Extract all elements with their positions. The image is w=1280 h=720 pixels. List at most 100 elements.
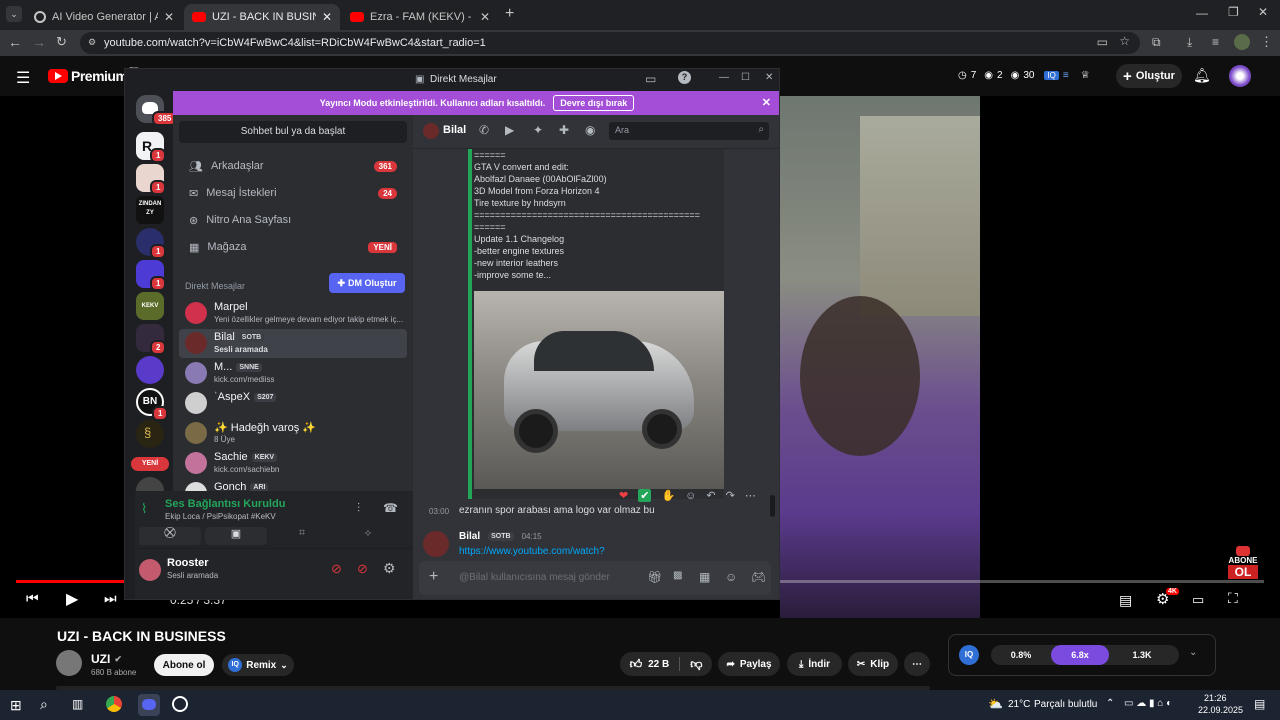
message-input-box[interactable]: + @Bilal kullanıcısına mesaj gönder 🎁︎ ▩… (419, 561, 771, 595)
nav-friends[interactable]: 👥︎ Arkadaşlar 361 (181, 153, 405, 179)
next-icon[interactable]: ⏭ (104, 590, 117, 607)
profile-avatar[interactable] (1234, 34, 1250, 50)
screen-share-icon[interactable]: ▣ (205, 527, 267, 545)
gif-icon[interactable]: ▩ (673, 570, 682, 581)
minimize-icon[interactable]: — (1196, 6, 1208, 20)
reload-icon[interactable]: ↻ (56, 34, 67, 50)
remix-button[interactable]: IQ Remix ⌄ (222, 654, 294, 676)
task-view-icon[interactable]: ▥ (72, 697, 83, 711)
activity-icon[interactable]: ⌗ (271, 527, 333, 545)
like-count[interactable]: 22 B (648, 659, 669, 670)
banner-close-icon[interactable]: ✕ (762, 96, 771, 109)
home-server[interactable]: 385 (136, 95, 178, 126)
message-avatar[interactable] (423, 531, 449, 557)
notification-icon[interactable]: ▤ (1254, 697, 1265, 711)
dm-item[interactable]: ✨ Hadeğh varoş ✨ 8 Üye (179, 419, 407, 448)
dm-item-active[interactable]: Bilal SOTB Sesli aramada (179, 329, 407, 358)
pin-icon[interactable]: ✦ (533, 123, 543, 137)
nav-message-requests[interactable]: ✉ Mesaj İstekleri 24 (181, 180, 405, 206)
server-icon[interactable]: § (136, 420, 164, 448)
channel-name[interactable]: UZI ✔ (91, 652, 122, 666)
voice-call-icon[interactable]: ✆ (479, 123, 489, 137)
app-icon[interactable]: 🎮︎ (751, 570, 766, 584)
search-taskbar-icon[interactable]: ⌕ (40, 696, 48, 713)
gift-icon[interactable]: 🎁︎ (647, 570, 662, 584)
disable-streamer-button[interactable]: Devre dışı bırak (553, 95, 635, 111)
more-icon[interactable]: ⋯ (745, 489, 756, 502)
chat-search-input[interactable]: Ara ⌕ (609, 122, 769, 140)
emoji-icon[interactable]: ☺ (725, 570, 737, 584)
server-icon[interactable]: 1 (136, 164, 167, 195)
server-icon[interactable] (136, 356, 164, 384)
server-icon[interactable]: BN 1 (136, 388, 169, 421)
find-conversation-input[interactable]: Sohbet bul ya da başlat (179, 121, 407, 143)
dm-item[interactable]: Marpel Yeni özellikler gelmeye devam edi… (179, 299, 407, 328)
tab-search-icon[interactable]: ⌄ (6, 6, 22, 22)
inbox-icon[interactable]: ▭ (645, 72, 656, 86)
menu-dots-icon[interactable]: ⋮ (1260, 34, 1273, 50)
hamburger-icon[interactable]: ☰ (16, 68, 30, 88)
create-dm-button[interactable]: ✚ DM Oluştur (329, 273, 405, 293)
server-icon[interactable]: 2 (136, 324, 167, 355)
headphones-muted-icon[interactable]: ⊘ (357, 561, 368, 577)
tab-uzi[interactable]: UZI - BACK IN BUSINESS - YouT ✕ (184, 4, 340, 30)
car-image[interactable] (474, 291, 724, 489)
trophy-icon[interactable]: ♕ (1081, 70, 1090, 81)
close-window-icon[interactable]: ✕ (1258, 5, 1268, 19)
windows-start-icon[interactable]: ⊞ (10, 697, 22, 714)
channel-avatar[interactable] (56, 650, 82, 676)
account-avatar[interactable] (1229, 65, 1251, 87)
extension-expand-icon[interactable]: ⌄ (1189, 647, 1197, 658)
site-info-icon[interactable]: ⚙ (88, 37, 96, 48)
user-avatar[interactable] (139, 559, 161, 581)
tray-chevron-icon[interactable]: ⌃ (1106, 698, 1114, 709)
dc-minimize-icon[interactable]: — (719, 72, 729, 83)
cast-icon[interactable]: ▭ (1097, 35, 1108, 49)
server-icon[interactable]: R 1 (136, 132, 167, 163)
dm-item[interactable]: Sachie KEKV kick.com/sachiebn (179, 449, 407, 478)
video-call-icon[interactable]: ▶ (505, 123, 514, 137)
list-icon[interactable]: ≡ (1063, 70, 1069, 81)
dm-item[interactable]: Gonch ARI (179, 479, 407, 491)
discord-taskbar-icon[interactable] (138, 694, 160, 716)
dc-close-icon[interactable]: ✕ (765, 72, 773, 83)
noise-icon[interactable]: ⫶ (357, 501, 360, 516)
voice-status[interactable]: Ses Bağlantısı Kuruldu (165, 498, 285, 510)
more-actions-button[interactable]: ⋯ (904, 652, 930, 676)
new-tab-icon[interactable]: + (505, 5, 514, 23)
new-servers-badge[interactable]: YENİ (131, 457, 169, 471)
add-friends-icon[interactable]: ✚ (559, 123, 569, 137)
subscribe-button[interactable]: Abone ol (154, 654, 214, 676)
check-react-icon[interactable]: ✔ (638, 489, 652, 502)
back-icon[interactable]: ← (8, 34, 22, 50)
react-icon[interactable]: ✋ (661, 489, 675, 502)
sticker-icon[interactable]: ▦ (699, 570, 710, 584)
user-settings-icon[interactable]: ⚙ (383, 560, 396, 577)
subtitles-icon[interactable]: ▤ (1119, 592, 1132, 609)
dm-item[interactable]: M... SNNE kick.com/mediiss (179, 359, 407, 388)
close-tab-icon[interactable]: ✕ (322, 10, 332, 24)
download-button[interactable]: ⤓ İndir (787, 652, 842, 676)
camera-off-icon[interactable]: ⛒ (139, 527, 201, 545)
play-icon[interactable]: ▶ (66, 589, 78, 609)
mic-muted-icon[interactable]: ⊘ (331, 561, 342, 577)
server-icon[interactable]: 1 (136, 228, 167, 259)
chat-scrollbar[interactable] (770, 495, 775, 517)
extensions-icon[interactable]: ⧉ (1152, 35, 1161, 50)
extension-icon[interactable]: IQ (959, 645, 979, 665)
close-tab-icon[interactable]: ✕ (480, 10, 490, 24)
clip-button[interactable]: ✂ Klip (848, 652, 898, 676)
heart-react-icon[interactable]: ❤ (619, 489, 628, 502)
dislike-icon[interactable]: 👎︎ (690, 657, 702, 672)
tab-ezra[interactable]: Ezra - FAM (KEKV) - YouTube ✕ (342, 4, 498, 30)
forward-icon[interactable]: ↷ (726, 489, 735, 502)
media-icon[interactable]: ≡ (1212, 35, 1219, 49)
soundboard-icon[interactable]: ✧ (337, 527, 399, 545)
app-taskbar-icon[interactable] (172, 696, 188, 712)
forward-icon[interactable]: → (32, 34, 46, 50)
dm-item[interactable]: ˈAspeX S207 (179, 389, 407, 418)
help-icon[interactable]: ? (678, 71, 691, 84)
message-link[interactable]: https://www.youtube.com/watch? (459, 546, 605, 557)
like-icon[interactable]: 👍︎ (630, 657, 643, 672)
subscribe-overlay[interactable]: ABONE OL (1228, 546, 1258, 579)
